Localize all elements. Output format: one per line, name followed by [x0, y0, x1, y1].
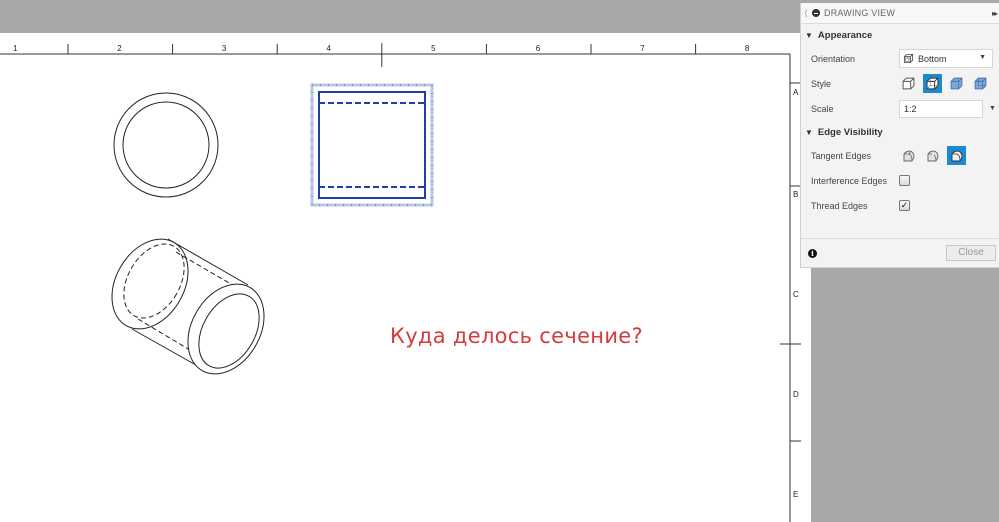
orientation-dropdown[interactable]: Bottom ▼: [899, 49, 993, 68]
style-row: Style: [801, 71, 999, 96]
drag-grip-icon[interactable]: ⟨: [802, 8, 810, 19]
column-label: 2: [117, 44, 122, 53]
minus-circle-icon: [812, 9, 820, 17]
thread-edges-row: Thread Edges ✓: [801, 193, 999, 218]
scale-value: 1:2: [904, 103, 917, 114]
tangent-full-length-icon: [903, 150, 914, 161]
top-view[interactable]: [113, 92, 219, 198]
interference-edges-checkbox[interactable]: [899, 175, 910, 186]
front-outer-ellipse: [187, 283, 265, 375]
close-button[interactable]: Close: [946, 245, 996, 261]
style-shaded-button[interactable]: [947, 74, 966, 93]
column-ticks: [67, 43, 697, 67]
orientation-value: Bottom: [918, 53, 947, 64]
panel-title: DRAWING VIEW: [824, 8, 896, 18]
inner-circle: [122, 101, 210, 189]
row-label: C: [793, 290, 799, 299]
outer-circle: [113, 92, 219, 198]
visible-and-hidden-edges-icon: [926, 77, 939, 90]
column-label: 3: [221, 44, 227, 53]
bottom-view[interactable]: [310, 83, 434, 207]
info-icon[interactable]: i: [808, 248, 817, 258]
back-outer-ellipse: [111, 238, 189, 330]
visible-edges-icon: [902, 77, 915, 90]
top-silhouette: [167, 238, 249, 286]
drawing-sheet[interactable]: 1 2 3 4 5 6 7 8 A B C D E: [0, 33, 811, 522]
column-label: 4: [326, 44, 331, 53]
orientation-row: Orientation Bottom ▼: [801, 46, 999, 71]
style-label: Style: [811, 78, 832, 89]
column-label: 6: [535, 44, 541, 53]
orientation-label: Orientation: [811, 53, 856, 64]
annotation-note: Куда делось сечение?: [390, 324, 643, 348]
cube-orientation-icon: [903, 53, 914, 64]
tangent-shortened-button[interactable]: [923, 146, 942, 165]
edge-visibility-label: Edge Visibility: [817, 126, 883, 138]
appearance-section-header[interactable]: ▼ Appearance: [801, 24, 999, 46]
checkmark-icon: ✓: [900, 200, 909, 210]
appearance-label: Appearance: [817, 29, 873, 41]
style-visible-edges-button[interactable]: [899, 74, 918, 93]
tangent-edges-row: Tangent Edges: [801, 143, 999, 168]
panel-header[interactable]: ⟨ DRAWING VIEW ▸▸: [801, 3, 999, 24]
style-shaded-hidden-button[interactable]: [971, 74, 990, 93]
style-hidden-edges-button[interactable]: [923, 74, 942, 93]
row-label: D: [793, 390, 799, 399]
scale-input[interactable]: 1:2: [899, 99, 983, 118]
collapse-triangle-icon: ▼: [805, 127, 813, 137]
tangent-off-button[interactable]: [947, 146, 966, 165]
column-label: 7: [640, 44, 645, 53]
row-label: A: [793, 88, 799, 97]
scale-dropdown-arrow-icon[interactable]: ▼: [989, 105, 996, 112]
edge-visibility-section-header[interactable]: ▼ Edge Visibility: [801, 121, 999, 143]
tangent-full-length-button[interactable]: [899, 146, 918, 165]
thread-edges-label: Thread Edges: [811, 200, 868, 211]
interference-edges-row: Interference Edges: [801, 168, 999, 193]
shaded-hidden-edges-icon: [974, 77, 987, 90]
column-label: 1: [13, 44, 18, 53]
scale-row: Scale 1:2 ▼: [801, 96, 999, 121]
scale-label: Scale: [811, 103, 834, 114]
expand-panel-icon[interactable]: ▸▸: [992, 9, 998, 18]
interference-edges-label: Interference Edges: [811, 175, 888, 186]
tangent-edges-label: Tangent Edges: [811, 150, 872, 161]
row-label: B: [793, 190, 799, 199]
tangent-off-icon: [951, 150, 962, 161]
collapse-triangle-icon: ▼: [805, 30, 813, 40]
column-label: 8: [744, 44, 750, 53]
column-label: 5: [431, 44, 436, 53]
drawing-view-panel: ⟨ DRAWING VIEW ▸▸ ▼ Appearance Orientati…: [800, 3, 999, 268]
thread-edges-checkbox[interactable]: ✓: [899, 200, 910, 211]
tangent-shortened-icon: [927, 150, 938, 161]
shaded-icon: [950, 77, 963, 90]
view-outline: [318, 91, 426, 199]
row-label: E: [793, 490, 799, 499]
sheet-svg: [0, 43, 801, 522]
chevron-down-icon: ▼: [979, 54, 986, 61]
isometric-view[interactable]: [97, 225, 280, 387]
panel-footer: i Close: [801, 238, 999, 267]
